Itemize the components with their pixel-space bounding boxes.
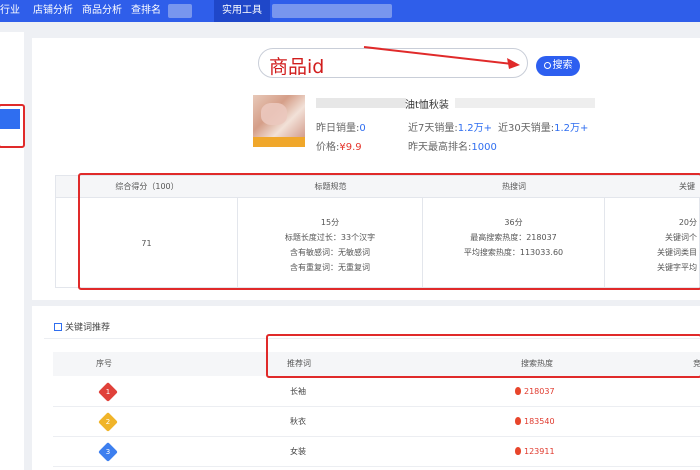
title-blur bbox=[316, 98, 406, 108]
stat-value: 1.2万+ bbox=[554, 123, 589, 134]
keyword-section-title: 关键词推荐 bbox=[54, 320, 110, 333]
table-row[interactable]: 2 秋衣 183540 bbox=[53, 407, 700, 437]
top-nav: 行业 店铺分析 商品分析 查排名 实用工具 bbox=[0, 0, 700, 22]
stat-value: 1.2万+ bbox=[457, 123, 493, 134]
highlight-box-score bbox=[78, 173, 700, 290]
image-icon bbox=[54, 323, 62, 331]
keyword-word: 长袖 bbox=[290, 387, 306, 396]
flame-icon bbox=[515, 447, 521, 455]
kw-header-rank: 序号 bbox=[96, 359, 112, 368]
stat-value: 0 bbox=[359, 123, 366, 134]
search-icon bbox=[543, 62, 551, 69]
table-row[interactable]: 1 长袖 218037 bbox=[53, 377, 700, 407]
flame-icon bbox=[515, 417, 521, 425]
stat-label: 昨天最高排名: bbox=[408, 142, 472, 153]
rank-1-icon: 1 bbox=[98, 382, 118, 402]
highlight-box-sidebar bbox=[0, 104, 25, 148]
highlight-box-keywords bbox=[266, 334, 700, 378]
stat-rank: 昨天最高排名:1000 bbox=[408, 138, 497, 153]
stat-label: 昨日销量: bbox=[316, 123, 360, 134]
product-title[interactable]: 油t恤秋装 bbox=[405, 96, 449, 111]
keyword-heat: 123911 bbox=[515, 437, 555, 467]
nav-item-rank[interactable]: 查排名 bbox=[131, 0, 161, 22]
stat-value: ¥9.9 bbox=[339, 142, 362, 153]
keyword-word: 女装 bbox=[290, 447, 306, 456]
search-button-label: 搜索 bbox=[552, 60, 573, 71]
rank-3-icon: 3 bbox=[98, 442, 118, 462]
stat-value: 1000 bbox=[471, 142, 497, 153]
product-thumbnail[interactable] bbox=[253, 95, 305, 147]
stat-label: 价格: bbox=[316, 142, 340, 153]
stat-label: 近30天销量: bbox=[498, 123, 555, 134]
nav-item-shop-analysis[interactable]: 店铺分析 bbox=[33, 0, 73, 22]
keyword-section-label: 关键词推荐 bbox=[65, 323, 111, 333]
nav-item-product-analysis[interactable]: 商品分析 bbox=[82, 0, 122, 22]
flame-icon bbox=[515, 387, 521, 395]
nav-item-tools[interactable]: 实用工具 bbox=[214, 0, 270, 22]
stat-7day: 近7天销量:1.2万+ bbox=[408, 119, 492, 134]
stat-price: 价格:¥9.9 bbox=[316, 138, 362, 153]
nav-blur bbox=[272, 4, 392, 18]
annotation-arrow bbox=[363, 46, 520, 69]
nav-blur bbox=[168, 4, 192, 18]
stat-yesterday: 昨日销量:0 bbox=[316, 119, 366, 134]
search-input-value: 商品id bbox=[269, 56, 325, 78]
title-blur bbox=[455, 98, 595, 108]
stat-label: 近7天销量: bbox=[408, 123, 458, 134]
keyword-heat: 183540 bbox=[515, 407, 555, 437]
stat-30day: 近30天销量:1.2万+ bbox=[498, 119, 588, 134]
keyword-word: 秋衣 bbox=[290, 417, 306, 426]
search-button[interactable]: 搜索 bbox=[536, 56, 580, 76]
sidebar bbox=[0, 32, 24, 470]
rank-2-icon: 2 bbox=[98, 412, 118, 432]
table-row[interactable]: 3 女装 123911 bbox=[53, 437, 700, 467]
keyword-heat: 218037 bbox=[515, 377, 555, 407]
nav-item-industry[interactable]: 行业 bbox=[0, 0, 20, 22]
